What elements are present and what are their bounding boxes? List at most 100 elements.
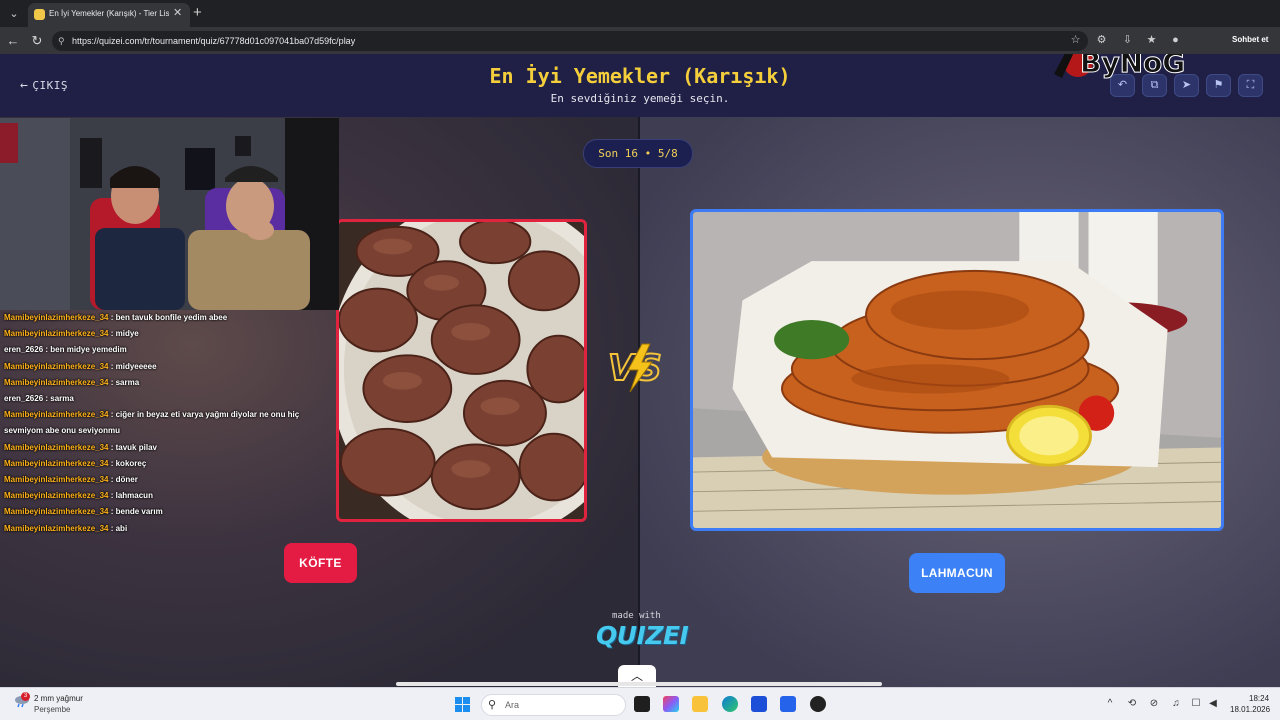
chat-username: eren_2626 — [4, 394, 44, 404]
profile-icon[interactable]: ● — [1168, 33, 1183, 48]
search-placeholder: Ara — [505, 700, 520, 710]
chat-text: midyeeeee — [115, 361, 157, 371]
chat-text: lahmacun — [115, 491, 153, 501]
chat-username: Mamibeyinlazimherkeze_34 — [4, 458, 109, 468]
browser-tab[interactable]: En İyi Yemekler (Karışık) - Tier List...… — [28, 3, 190, 27]
right-choice-card[interactable] — [690, 209, 1224, 531]
choose-lahmacun-button[interactable]: LAHMACUN — [909, 553, 1005, 593]
chat-message: Mamibeyinlazimherkeze_34 : ben tavuk bon… — [4, 310, 334, 326]
chat-message: eren_2626 : sarma — [4, 391, 334, 407]
chat-username: Mamibeyinlazimherkeze_34 — [4, 523, 109, 533]
favorites-icon[interactable]: ★ — [1144, 33, 1159, 48]
tab-search-icon[interactable]: ⌄ — [4, 4, 24, 24]
chat-text: döner — [115, 475, 138, 485]
horizontal-scrollbar[interactable] — [396, 682, 882, 686]
chat-username: eren_2626 — [4, 345, 44, 355]
chat-separator: : — [108, 458, 116, 468]
volume-icon[interactable]: ◀ — [1207, 698, 1219, 710]
wifi-icon[interactable]: ☐ — [1190, 698, 1202, 710]
windows-taskbar: 3 2 mm yağmur Perşembe ⚲ Ara ^ ⟲ ⊘ ♫ ☐ ◀… — [0, 687, 1280, 720]
tab-title: En İyi Yemekler (Karışık) - Tier List... — [49, 9, 169, 18]
quizei-logo[interactable]: QUIZEI — [596, 621, 689, 650]
chat-text: ben midye yemedim — [50, 345, 127, 355]
chat-username: Mamibeyinlazimherkeze_34 — [4, 361, 109, 371]
chat-separator: : — [108, 491, 116, 501]
kofte-image — [339, 222, 584, 519]
chat-text: sevmiyom abe onu seviyonmu — [4, 426, 121, 436]
back-icon[interactable]: ← — [4, 32, 22, 50]
chat-text: midye — [115, 329, 139, 339]
chat-message: Mamibeyinlazimherkeze_34 : döner — [4, 472, 334, 488]
store-icon[interactable] — [751, 696, 767, 712]
clock-time[interactable]: 18:24 — [1249, 694, 1269, 703]
taskbar-search[interactable]: ⚲ Ara — [481, 694, 626, 716]
chat-separator: : — [108, 361, 116, 371]
search-icon: ⚲ — [488, 699, 497, 711]
center-divider — [638, 117, 640, 687]
chat-separator: : — [108, 377, 116, 387]
lahmacun-image — [693, 212, 1221, 528]
chat-message: Mamibeyinlazimherkeze_34 : sarma — [4, 375, 334, 391]
chat-text: tavuk pilav — [115, 442, 157, 452]
windows-start-icon[interactable] — [455, 697, 470, 712]
chat-message: Mamibeyinlazimherkeze_34 : bende varım — [4, 504, 334, 520]
chat-text: abi — [115, 523, 128, 533]
left-choice-card[interactable] — [336, 219, 587, 522]
chat-message: Mamibeyinlazimherkeze_34 : tavuk pilav — [4, 440, 334, 456]
outlook-icon[interactable] — [780, 696, 796, 712]
chat-text: ciğer in beyaz eti varya yağmı diyolar n… — [115, 410, 300, 420]
star-icon[interactable]: ☆ — [1068, 33, 1083, 48]
download-icon[interactable]: ⇩ — [1120, 33, 1135, 48]
chat-button[interactable]: Sohbet et — [1232, 35, 1268, 44]
extensions-icon[interactable]: ⚙ — [1094, 33, 1109, 48]
app-icon[interactable] — [810, 696, 826, 712]
chat-username: Mamibeyinlazimherkeze_34 — [4, 329, 109, 339]
chat-separator: : — [108, 523, 116, 533]
chat-separator: : — [108, 313, 116, 322]
copilot-icon[interactable] — [663, 696, 679, 712]
tab-close-icon[interactable]: ✕ — [173, 6, 182, 19]
webcam-overlay — [0, 118, 339, 310]
site-info-icon[interactable]: ⚲ — [58, 35, 70, 47]
screen: ⌄ En İyi Yemekler (Karışık) - Tier List.… — [0, 0, 1280, 720]
clock-date[interactable]: 18.01.2026 — [1230, 705, 1270, 714]
chat-username: Mamibeyinlazimherkeze_34 — [4, 442, 109, 452]
task-view-icon[interactable] — [634, 696, 650, 712]
bynogame-logo: ByNoG a m e — [1054, 54, 1203, 80]
favicon-icon — [34, 9, 45, 20]
tray-network-icon[interactable]: ⊘ — [1148, 698, 1160, 710]
chat-text: ben tavuk bonfile yedim abee — [115, 313, 228, 322]
chat-message: sevmiyom abe onu seviyonmu — [4, 423, 334, 439]
chat-username: Mamibeyinlazimherkeze_34 — [4, 475, 109, 485]
chevron-up-tray-icon[interactable]: ^ — [1104, 698, 1116, 710]
chat-message: Mamibeyinlazimherkeze_34 : midyeeeee — [4, 359, 334, 375]
edge-icon[interactable] — [722, 696, 738, 712]
microphone-icon[interactable]: ♫ — [1170, 698, 1182, 710]
choose-kofte-button[interactable]: KÖFTE — [284, 543, 357, 583]
chat-separator: : — [108, 507, 116, 517]
chat-message: Mamibeyinlazimherkeze_34 : abi — [4, 521, 334, 537]
chat-username: Mamibeyinlazimherkeze_34 — [4, 491, 109, 501]
weather-text[interactable]: 2 mm yağmur — [34, 694, 83, 703]
chat-username: Mamibeyinlazimherkeze_34 — [4, 377, 109, 387]
chat-separator: : — [108, 410, 116, 420]
chat-message: eren_2626 : ben midye yemedim — [4, 342, 334, 358]
chat-username: Mamibeyinlazimherkeze_34 — [4, 410, 109, 420]
browser-tab-bar: ⌄ En İyi Yemekler (Karışık) - Tier List.… — [0, 0, 1280, 27]
tray-app-icon[interactable]: ⟲ — [1126, 698, 1138, 710]
stream-chat: Mamibeyinlazimherkeze_34 : ben tavuk bon… — [4, 310, 334, 537]
versus-icon: VS — [607, 343, 663, 393]
chat-message: Mamibeyinlazimherkeze_34 : kokoreç — [4, 456, 334, 472]
chat-message: Mamibeyinlazimherkeze_34 : ciğer in beya… — [4, 407, 334, 423]
new-tab-icon[interactable]: + — [193, 4, 202, 22]
url-text: https://quizei.com/tr/tournament/quiz/67… — [72, 36, 356, 46]
address-bar[interactable]: ⚲ https://quizei.com/tr/tournament/quiz/… — [52, 31, 1088, 51]
weather-day: Perşembe — [34, 705, 71, 714]
browser-toolbar: ← ↻ ⚲ https://quizei.com/tr/tournament/q… — [0, 27, 1280, 54]
chat-text: kokoreç — [115, 458, 147, 468]
made-with-label: made with — [612, 611, 661, 621]
round-indicator: Son 16 • 5/8 — [583, 139, 693, 168]
chat-text: sarma — [50, 394, 74, 404]
reload-icon[interactable]: ↻ — [28, 32, 46, 50]
file-explorer-icon[interactable] — [692, 696, 708, 712]
